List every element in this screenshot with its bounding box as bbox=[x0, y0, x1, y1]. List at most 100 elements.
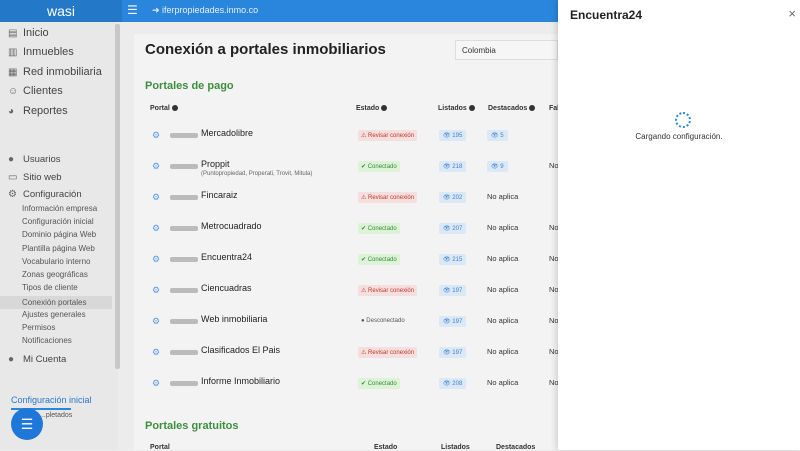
info-icon[interactable] bbox=[529, 105, 536, 112]
portal-logo bbox=[170, 350, 198, 355]
sidebar-subitem[interactable]: Configuración inicial bbox=[22, 217, 94, 226]
gear-icon[interactable]: ⚙ bbox=[152, 130, 160, 141]
nav-icon: ▤ bbox=[8, 27, 18, 39]
side-panel: Encuentra24 × Cargando configuración. bbox=[558, 0, 800, 450]
gear-icon[interactable]: ⚙ bbox=[152, 223, 160, 234]
sidebar-subitem[interactable]: Notificaciones bbox=[22, 336, 72, 345]
destacados-value: No aplica bbox=[487, 192, 518, 201]
site-url: iferpropiedades.inmo.co bbox=[162, 5, 259, 15]
status-badge[interactable]: ✔ Conectado bbox=[358, 223, 400, 234]
sidebar-item[interactable]: ▥ Inmuebles bbox=[8, 46, 74, 58]
destacados-text: No aplica bbox=[487, 254, 519, 263]
sidebar-subitem[interactable]: Tipos de cliente bbox=[22, 283, 78, 292]
sidebar-item-label: Mi Cuenta bbox=[23, 354, 67, 365]
listados-badge[interactable]: 👁 215 bbox=[439, 254, 467, 265]
listados-count: 195 bbox=[452, 133, 463, 139]
nav-icon: ● bbox=[8, 154, 15, 165]
sidebar-subitem[interactable]: Conexión portales bbox=[0, 296, 112, 310]
destacados-text: No aplica bbox=[487, 285, 519, 294]
listados-badge[interactable]: 👁 195 bbox=[439, 130, 467, 141]
sidebar-item[interactable]: ◕ Reportes bbox=[8, 105, 68, 117]
status-badge[interactable]: ✔ Conectado bbox=[358, 161, 400, 172]
chat-button[interactable]: ☰ bbox=[11, 408, 43, 440]
sidebar-item[interactable]: ▭ Sitio web bbox=[8, 172, 62, 183]
status-badge[interactable]: ✔ Conectado bbox=[358, 254, 400, 265]
config-progress-label: ...pletados bbox=[40, 412, 73, 419]
portal-logo bbox=[170, 381, 198, 386]
gear-icon[interactable]: ⚙ bbox=[152, 285, 160, 296]
gear-icon[interactable]: ⚙ bbox=[152, 161, 160, 172]
sidebar-item-label: Inmuebles bbox=[23, 46, 74, 58]
col-label: Listados bbox=[438, 105, 467, 112]
gear-icon[interactable]: ⚙ bbox=[152, 192, 160, 203]
destacados-value[interactable]: 👁 5 bbox=[487, 130, 508, 141]
portal-logo bbox=[170, 195, 198, 200]
sidebar-item[interactable]: ▦ Red inmobiliaria bbox=[8, 66, 102, 78]
sidebar-item[interactable]: ☺ Clientes bbox=[8, 85, 63, 97]
site-url-link[interactable]: ➜ iferpropiedades.inmo.co bbox=[152, 5, 258, 16]
listados-count: 208 bbox=[452, 381, 463, 387]
close-icon[interactable]: × bbox=[788, 6, 796, 21]
info-icon[interactable] bbox=[468, 105, 475, 112]
sidebar-subitem[interactable]: Plantilla página Web bbox=[22, 244, 95, 253]
portal-name: Clasificados El Pais bbox=[201, 345, 281, 355]
nav-icon: ⚙ bbox=[8, 189, 17, 200]
listados-badge[interactable]: 👁 197 bbox=[439, 285, 467, 296]
sidebar-item-account[interactable]: ● Mi Cuenta bbox=[8, 354, 66, 365]
status-text: Desconectado bbox=[366, 318, 405, 324]
sidebar-subitem[interactable]: Zonas geográficas bbox=[22, 270, 88, 279]
status-badge[interactable]: ⚠ Revisar conexión bbox=[358, 192, 418, 203]
destacados-value: No aplica bbox=[487, 347, 518, 356]
wasi-logo[interactable]: wasi bbox=[0, 0, 122, 22]
sidebar-item-label: Configuración bbox=[23, 189, 82, 200]
gear-icon[interactable]: ⚙ bbox=[152, 347, 160, 358]
country-select[interactable]: Colombia bbox=[455, 40, 558, 60]
portal-logo bbox=[170, 164, 198, 169]
portal-name: Proppit bbox=[201, 159, 230, 169]
gear-icon[interactable]: ⚙ bbox=[152, 254, 160, 265]
listados-badge[interactable]: 👁 218 bbox=[439, 161, 467, 172]
status-badge[interactable]: ⚠ Revisar conexión bbox=[358, 130, 418, 141]
status-badge[interactable]: ⚠ Revisar conexión bbox=[358, 285, 418, 296]
sidebar-subitem[interactable]: Vocabulario interno bbox=[22, 257, 91, 266]
sidebar-subitem[interactable]: Permisos bbox=[22, 323, 55, 332]
portal-subtitle: (Puntopropiedad, Properati, Trovit, Mitu… bbox=[201, 171, 313, 177]
portal-name: Ciencuadras bbox=[201, 283, 252, 293]
portal-name: Encuentra24 bbox=[201, 252, 253, 262]
col-label: Estado bbox=[356, 105, 380, 112]
gear-icon[interactable]: ⚙ bbox=[152, 316, 160, 327]
hamburger-menu-icon[interactable]: ☰ bbox=[127, 3, 138, 17]
listados-count: 218 bbox=[452, 164, 463, 170]
listados-badge[interactable]: 👁 207 bbox=[439, 223, 467, 234]
sidebar-subitem[interactable]: Ajustes generales bbox=[22, 310, 86, 319]
col-estado: Estado bbox=[356, 105, 388, 112]
sidebar-item[interactable]: ● Usuarios bbox=[8, 154, 61, 165]
portal-name: Informe Inmobiliario bbox=[201, 376, 281, 386]
status-badge[interactable]: ✔ Conectado bbox=[358, 378, 400, 389]
listados-badge[interactable]: 👁 208 bbox=[439, 378, 467, 389]
destacados-text: No aplica bbox=[487, 378, 519, 387]
sidebar-scrollbar[interactable] bbox=[115, 24, 120, 369]
listados-count: 215 bbox=[452, 257, 463, 263]
sidebar-item[interactable]: ▤ Inicio bbox=[8, 27, 49, 39]
sidebar-subitem[interactable]: Dominio página Web bbox=[22, 230, 96, 239]
gear-icon[interactable]: ⚙ bbox=[152, 378, 160, 389]
destacados-value: No aplica bbox=[487, 285, 518, 294]
user-icon: ● bbox=[8, 354, 15, 365]
destacados-text: No aplica bbox=[487, 192, 519, 201]
portal-logo bbox=[170, 133, 198, 138]
listados-badge[interactable]: 👁 202 bbox=[439, 192, 467, 203]
portal-logo bbox=[170, 319, 198, 324]
info-icon[interactable] bbox=[381, 105, 388, 112]
status-badge[interactable]: ● Desconectado bbox=[358, 316, 408, 326]
sidebar-item[interactable]: ⚙ Configuración bbox=[8, 189, 82, 200]
status-badge[interactable]: ⚠ Revisar conexión bbox=[358, 347, 418, 358]
sidebar-subitem[interactable]: Información empresa bbox=[22, 204, 97, 213]
destacados-value[interactable]: 👁 9 bbox=[487, 161, 508, 172]
config-progress-link[interactable]: Configuración inicial bbox=[11, 395, 92, 405]
destacados-value: No aplica bbox=[487, 223, 518, 232]
info-icon[interactable] bbox=[171, 105, 178, 112]
listados-badge[interactable]: 👁 197 bbox=[439, 316, 467, 327]
nav-icon: ◕ bbox=[8, 105, 15, 117]
listados-badge[interactable]: 👁 197 bbox=[439, 347, 467, 358]
